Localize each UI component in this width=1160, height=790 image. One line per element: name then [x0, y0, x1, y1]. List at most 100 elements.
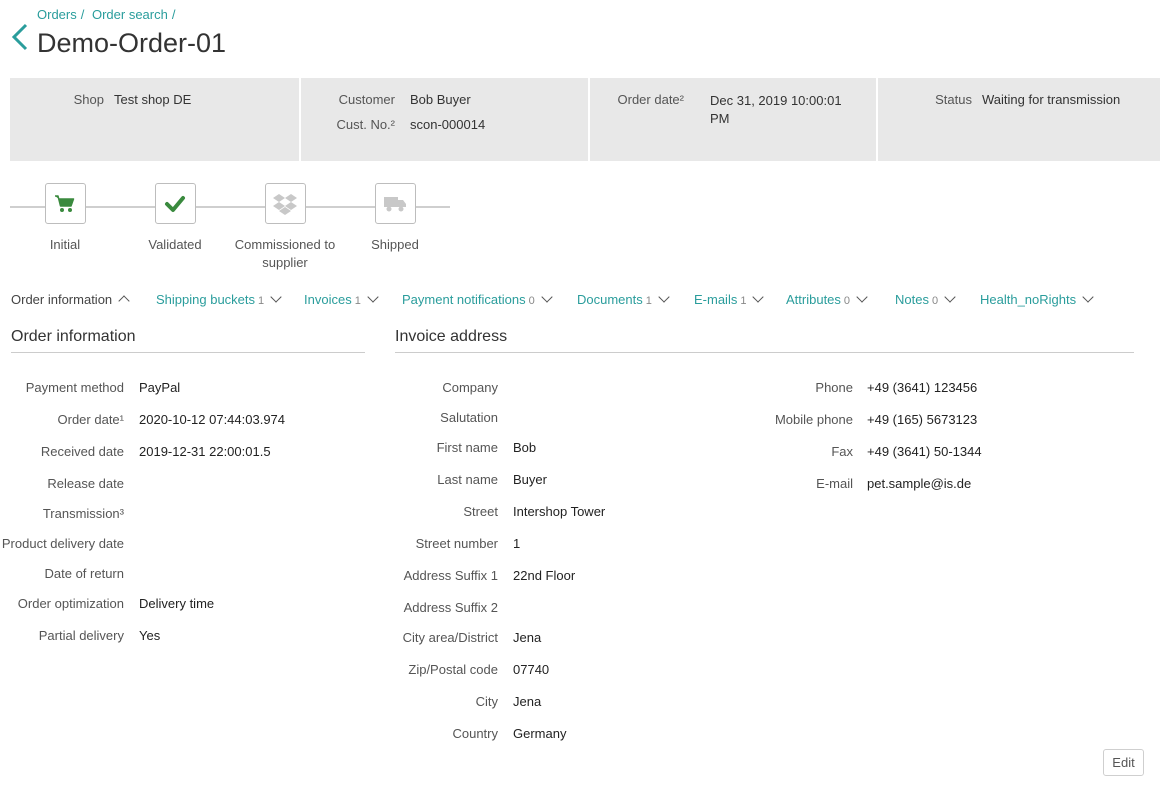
order-optimization-value: Delivery time: [139, 596, 215, 611]
orderdate-box: Order date² Dec 31, 2019 10:00:01 PM: [590, 78, 876, 161]
first-name-label: First name: [436, 440, 498, 455]
custno-link[interactable]: scon-000014: [410, 117, 485, 132]
release-date-label: Release date: [47, 476, 124, 491]
breadcrumb-order-search[interactable]: Order search: [92, 7, 168, 22]
tab-label: Attributes: [786, 292, 841, 307]
orderdate-label: Order date²: [617, 92, 684, 107]
address-suffix-2-label: Address Suffix 2: [403, 600, 498, 615]
chevron-up-icon: [118, 295, 130, 307]
orderdate-value-line2: PM: [710, 111, 730, 126]
tab-emails[interactable]: E-mails 1: [694, 291, 765, 307]
chevron-down-icon: [1082, 291, 1094, 303]
step-validated-label: Validated: [148, 237, 202, 252]
step-initial-box: [44, 183, 86, 224]
zip-value: 07740: [513, 662, 550, 677]
step-initial: Initial: [5, 183, 125, 254]
step-validated: Validated: [115, 183, 235, 254]
page-title: Demo-Order-01: [37, 28, 227, 58]
chevron-left-icon: [11, 23, 28, 51]
email-label: E-mail: [816, 476, 853, 491]
received-date-label: Received date: [40, 444, 124, 459]
chevron-down-icon: [367, 291, 379, 303]
street-value: Intershop Tower: [513, 504, 606, 519]
tab-invoices[interactable]: Invoices 1: [304, 291, 379, 307]
address-suffix-1-label: Address Suffix 1: [403, 568, 498, 583]
fax-value: +49 (3641) 50-1344: [867, 444, 982, 459]
order-optimization-label: Order optimization: [17, 596, 124, 611]
country-value: Germany: [513, 726, 567, 741]
tab-order-information[interactable]: Order information: [11, 292, 130, 307]
orderdate-value: Dec 31, 2019 10:00:01 PM: [710, 92, 842, 128]
tab-count: 1: [258, 295, 265, 307]
shop-label: Shop: [73, 92, 104, 107]
received-date-value: 2019-12-31 22:00:01.5: [139, 444, 271, 459]
breadcrumb: Orders / Order search /: [37, 7, 179, 22]
chevron-down-icon: [752, 291, 765, 303]
tab-count: 1: [354, 295, 361, 307]
phone-label: Phone: [815, 380, 853, 395]
status-box: Status Waiting for transmission: [878, 78, 1160, 161]
chevron-down-icon: [856, 291, 868, 303]
tab-label: Invoices: [304, 292, 352, 307]
tab-label: Shipping buckets: [156, 292, 256, 307]
partial-delivery-label: Partial delivery: [38, 628, 124, 643]
back-button[interactable]: [10, 22, 30, 52]
phone-value: +49 (3641) 123456: [867, 380, 978, 395]
city-label: City: [475, 694, 498, 709]
order-information-title: Order information: [11, 328, 365, 353]
company-label: Company: [442, 380, 498, 395]
edit-button[interactable]: Edit: [1103, 749, 1144, 776]
payment-method-value: PayPal: [139, 380, 181, 395]
step-validated-box: [154, 183, 196, 224]
tab-label: Notes: [895, 292, 929, 307]
order-date-label: Order date¹: [57, 412, 124, 427]
tab-label: Health_noRights: [980, 292, 1077, 307]
last-name-label: Last name: [437, 472, 498, 487]
fax-label: Fax: [831, 444, 853, 459]
email-value: pet.sample@is.de: [867, 476, 972, 491]
step-commissioned-label-line2: supplier: [262, 255, 308, 270]
city-value: Jena: [513, 694, 542, 709]
street-label: Street: [463, 504, 498, 519]
chevron-down-icon: [270, 291, 282, 303]
tab-payment-notifications[interactable]: Payment notifications 0: [402, 291, 553, 307]
breadcrumb-separator: /: [171, 7, 176, 22]
tab-count: 0: [931, 295, 939, 307]
customer-label: Customer: [338, 92, 395, 107]
tab-documents[interactable]: Documents 1: [577, 291, 670, 307]
step-shipped-box: [374, 183, 416, 224]
address-suffix-1-value: 22nd Floor: [513, 568, 576, 583]
custno-label: Cust. No.²: [336, 117, 395, 132]
shop-value: Test shop DE: [114, 92, 192, 107]
tab-count: 1: [740, 295, 747, 307]
step-shipped-label: Shipped: [371, 237, 419, 252]
mobile-phone-value: +49 (165) 5673123: [867, 412, 978, 427]
step-commissioned-label: Commissioned to supplier: [225, 236, 345, 272]
tab-notes[interactable]: Notes 0: [895, 291, 956, 307]
tab-attributes[interactable]: Attributes 0: [786, 291, 868, 307]
customer-value: Bob Buyer: [410, 92, 471, 107]
dropbox-icon: [273, 193, 297, 215]
step-commissioned-label-line1: Commissioned to: [234, 237, 336, 252]
step-shipped: Shipped: [335, 183, 455, 254]
status-value: Waiting for transmission: [982, 92, 1121, 107]
cart-icon: [55, 194, 75, 212]
tab-label: E-mails: [694, 292, 738, 307]
tab-count: 0: [843, 295, 851, 307]
tab-shipping-buckets[interactable]: Shipping buckets 1: [156, 291, 282, 307]
city-area-value: Jena: [513, 630, 542, 645]
mobile-phone-label: Mobile phone: [774, 412, 853, 427]
chevron-down-icon: [658, 291, 670, 303]
tab-health-norights[interactable]: Health_noRights: [980, 291, 1094, 307]
tab-count: 0: [528, 295, 535, 307]
chevron-down-icon: [944, 291, 956, 303]
orderdate-value-line1: Dec 31, 2019 10:00:01: [710, 93, 842, 108]
order-summary-bar: Shop Test shop DE Customer Bob Buyer Cus…: [10, 78, 1160, 161]
street-number-value: 1: [513, 536, 521, 551]
chevron-down-icon: [541, 291, 553, 303]
breadcrumb-separator: /: [80, 7, 85, 22]
city-area-label: City area/District: [402, 630, 498, 645]
step-initial-label: Initial: [49, 237, 81, 252]
breadcrumb-orders[interactable]: Orders: [37, 7, 77, 22]
last-name-value: Buyer: [513, 472, 547, 487]
